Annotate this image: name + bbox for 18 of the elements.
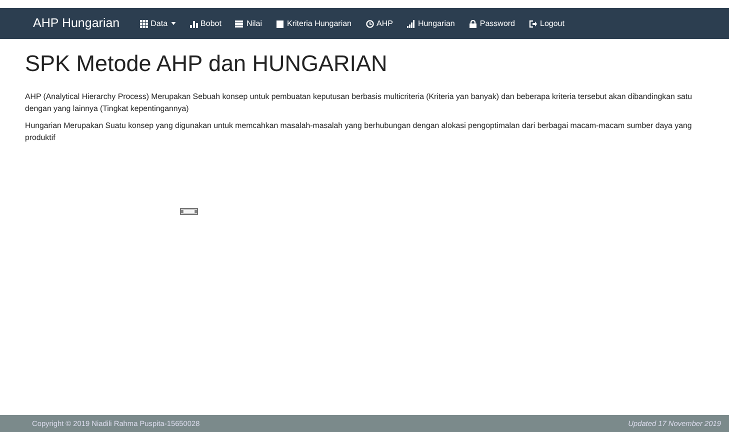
brand-link[interactable]: AHP Hungarian: [33, 14, 120, 33]
broken-image-icon: [180, 208, 198, 216]
signal-icon: [406, 20, 415, 28]
page-title: SPK Metode AHP dan HUNGARIAN: [25, 50, 388, 77]
nav-link[interactable]: Password: [468, 18, 515, 30]
nav-link[interactable]: Kriteria Hungarian: [276, 18, 352, 30]
bar-chart-icon: [190, 20, 198, 28]
nav-link[interactable]: AHP: [366, 18, 393, 30]
lock-icon: [468, 20, 477, 28]
grid-icon: [140, 20, 148, 28]
list-icon: [235, 20, 244, 28]
nav-link[interactable]: Nilai: [235, 18, 262, 30]
clock-icon: [366, 20, 374, 28]
nav-link[interactable]: Hungarian: [406, 18, 455, 30]
nav-link[interactable]: Logout: [529, 18, 564, 30]
nav-link[interactable]: Bobot: [190, 18, 222, 30]
logout-icon: [529, 20, 537, 28]
nav-link[interactable]: Data: [140, 18, 176, 30]
